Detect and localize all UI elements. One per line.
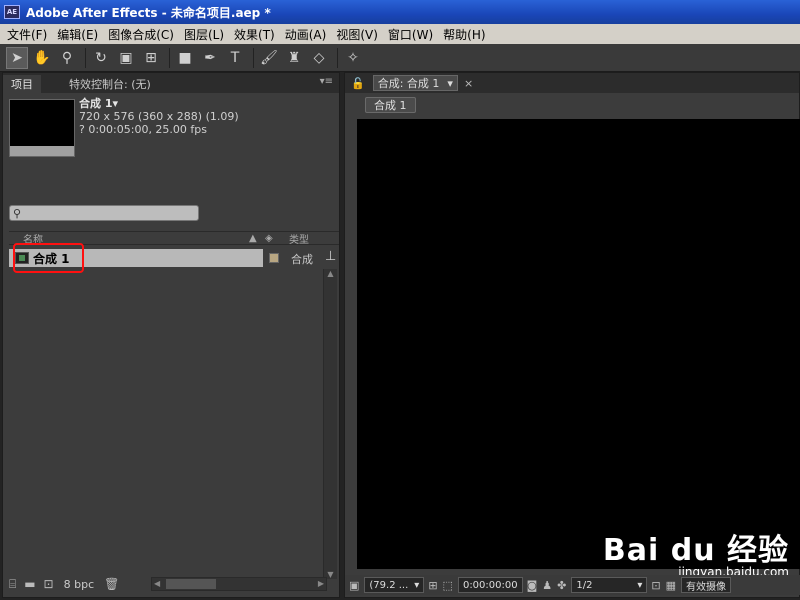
- menu-effect[interactable]: 效果(T): [229, 26, 280, 43]
- close-icon[interactable]: ×: [464, 77, 473, 90]
- comp-info-duration: ? 0:00:05:00, 25.00 fps: [79, 123, 208, 136]
- viewer-controls-bar: ▣ (79.2 ... ▾ ⊞ ⬚ 0:00:00:00 ◙ ♟ ✤ 1/2 ▾ …: [345, 575, 800, 595]
- menu-view[interactable]: 视图(V): [331, 26, 383, 43]
- pan-behind-icon[interactable]: ⊞: [140, 47, 162, 69]
- project-panel: 项目 特效控制台: (无) ▾≡ 合成 1▾ 720 x 576 (360 x …: [2, 72, 340, 598]
- rect-mask-icon[interactable]: ■: [174, 47, 196, 69]
- project-search-input[interactable]: ⚲: [9, 205, 199, 221]
- camera-orbit-icon[interactable]: ▣: [115, 47, 137, 69]
- scroll-left-icon[interactable]: ◀: [154, 579, 160, 588]
- tab-project[interactable]: 项目: [3, 75, 41, 93]
- toolbar-divider: [253, 47, 254, 68]
- tools-toolbar: ➤ ✋ ⚲ ↻ ▣ ⊞ ■ ✒ T 🖌 ♜ ◇ ✧: [0, 44, 800, 72]
- menu-animation[interactable]: 动画(A): [280, 26, 332, 43]
- comp-info-size: 720 x 576 (360 x 288) (1.09): [79, 110, 239, 123]
- text-icon[interactable]: T: [224, 47, 246, 69]
- eraser-icon[interactable]: ◇: [308, 47, 330, 69]
- toolbar-divider: [169, 47, 170, 68]
- scroll-right-icon[interactable]: ▶: [318, 579, 324, 588]
- flowchart-icon[interactable]: ⊥: [325, 249, 336, 264]
- clone-icon[interactable]: ♜: [283, 47, 305, 69]
- menu-help[interactable]: 帮助(H): [438, 26, 490, 43]
- column-type[interactable]: 类型: [285, 231, 309, 246]
- menu-bar: 文件(F) 编辑(E) 图像合成(C) 图层(L) 效果(T) 动画(A) 视图…: [0, 24, 800, 44]
- menu-edit[interactable]: 编辑(E): [52, 26, 103, 43]
- panel-menu-icon[interactable]: ▾≡: [320, 76, 333, 87]
- project-bottom-bar: ⌸ ▬ ⊡ 8 bpc 🗑 ◀ ▶: [5, 575, 339, 593]
- mask-visibility-icon[interactable]: ⬚: [443, 579, 453, 592]
- rotate-icon[interactable]: ↻: [90, 47, 112, 69]
- composition-viewer[interactable]: [357, 119, 800, 569]
- window-title: Adobe After Effects - 未命名项目.aep *: [26, 5, 271, 20]
- chevron-down-icon[interactable]: ▾: [447, 77, 453, 90]
- search-icon: ⚲: [13, 207, 22, 220]
- zoom-value: (79.2 ...: [369, 579, 409, 591]
- comp-info: 合成 1▾ 720 x 576 (360 x 288) (1.09) ? 0:0…: [79, 97, 239, 136]
- channel-icon[interactable]: ✤: [557, 579, 566, 592]
- watermark: Bai du 经验 jingyan.baidu.com: [603, 525, 789, 579]
- new-folder-icon[interactable]: ▬: [24, 577, 35, 591]
- resolution-value: 1/2: [576, 579, 593, 591]
- project-hscrollbar[interactable]: ◀ ▶: [151, 577, 327, 591]
- lock-icon[interactable]: 🔓: [351, 77, 365, 90]
- zoom-select[interactable]: (79.2 ... ▾: [364, 577, 425, 593]
- app-logo-icon: AE: [4, 5, 20, 19]
- comp-breadcrumb-button[interactable]: 合成 1: [365, 97, 416, 113]
- brush-icon[interactable]: 🖌: [258, 47, 280, 69]
- tab-composition[interactable]: 合成: 合成 1 ▾: [372, 75, 458, 91]
- project-vscrollbar[interactable]: ▲ ▼: [323, 269, 337, 579]
- watermark-logo: Bai du 经验: [602, 533, 789, 568]
- tab-effect-controls[interactable]: 特效控制台: (无): [61, 75, 159, 93]
- toolbar-divider: [337, 47, 338, 68]
- hand-icon[interactable]: ✋: [31, 47, 53, 69]
- sort-asc-icon[interactable]: ▲: [249, 233, 265, 244]
- title-bar: AE Adobe After Effects - 未命名项目.aep *: [0, 0, 800, 24]
- comp-tab-label: 合成: 合成 1: [377, 77, 440, 90]
- scroll-up-icon[interactable]: ▲: [324, 269, 337, 278]
- bit-depth-button[interactable]: 8 bpc: [64, 578, 95, 591]
- snapshot-icon[interactable]: ◙: [527, 579, 538, 592]
- menu-composition[interactable]: 图像合成(C): [103, 26, 179, 43]
- menu-window[interactable]: 窗口(W): [383, 26, 438, 43]
- new-comp-icon[interactable]: ⊡: [44, 577, 54, 591]
- project-item-type: 合成: [291, 253, 313, 266]
- menu-layer[interactable]: 图层(L): [179, 26, 229, 43]
- transparency-grid-icon[interactable]: ▦: [666, 579, 676, 592]
- comp-thumbnail: [9, 99, 75, 157]
- composition-panel: 🔓 合成: 合成 1 ▾ × 合成 1 Bai du 经验 jingyan.ba…: [344, 72, 800, 598]
- project-tabbar: 项目 特效控制台: (无) ▾≡: [3, 73, 339, 93]
- active-camera-select[interactable]: 有效摄像: [681, 577, 732, 593]
- toolbar-divider: [85, 47, 86, 68]
- puppet-icon[interactable]: ✧: [342, 47, 364, 69]
- show-snapshot-icon[interactable]: ♟: [542, 579, 552, 592]
- zoom-icon[interactable]: ⚲: [56, 47, 78, 69]
- comp-tabbar: 🔓 合成: 合成 1 ▾ ×: [345, 73, 799, 93]
- select-icon[interactable]: ➤: [6, 46, 28, 69]
- safe-zones-icon[interactable]: ⊞: [428, 579, 437, 592]
- interpret-footage-icon[interactable]: ⌸: [9, 577, 16, 592]
- menu-file[interactable]: 文件(F): [2, 26, 52, 43]
- hscroll-thumb[interactable]: [166, 579, 216, 589]
- pen-icon[interactable]: ✒: [199, 47, 221, 69]
- label-tag-icon[interactable]: ◈: [265, 233, 285, 244]
- region-of-interest-icon[interactable]: ⊡: [651, 579, 660, 592]
- label-color-swatch[interactable]: [269, 253, 279, 263]
- always-preview-icon[interactable]: ▣: [349, 579, 359, 592]
- comp-info-name[interactable]: 合成 1▾: [79, 97, 239, 110]
- timecode-field[interactable]: 0:00:00:00: [457, 577, 523, 593]
- trash-icon[interactable]: 🗑: [104, 577, 119, 591]
- resolution-select[interactable]: 1/2 ▾: [571, 577, 648, 593]
- annotation-highlight: [13, 243, 84, 273]
